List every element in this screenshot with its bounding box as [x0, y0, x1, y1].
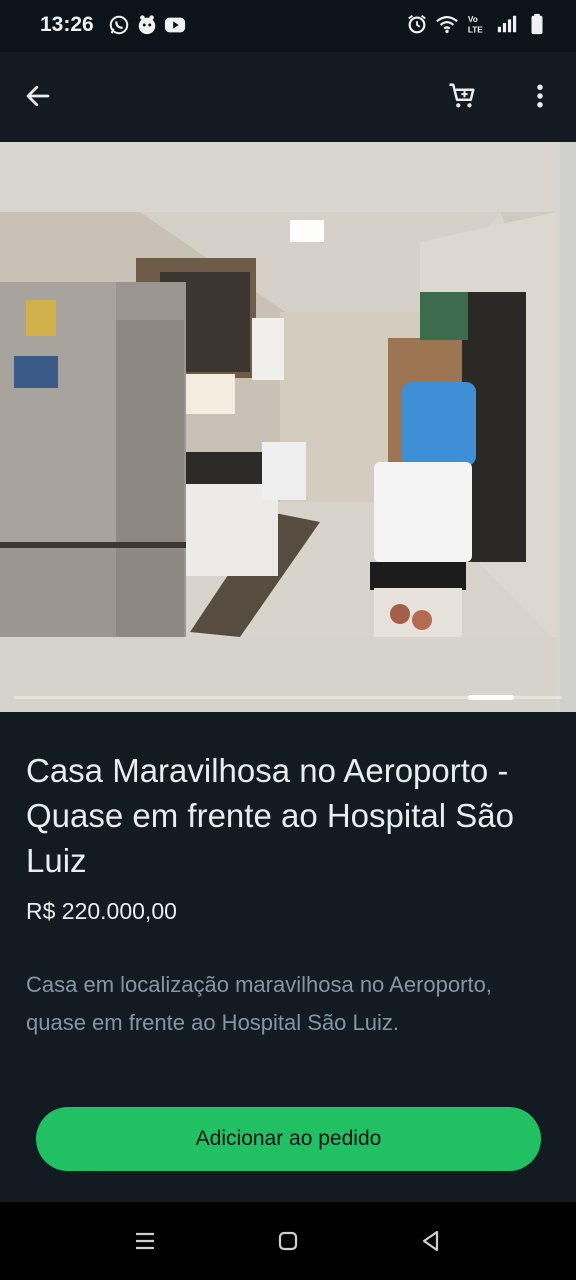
carousel-indicator-active — [468, 695, 514, 700]
product-description: Casa em localização maravilhosa no Aerop… — [26, 972, 492, 1035]
svg-text:LTE: LTE — [468, 25, 483, 34]
alarm-icon — [408, 14, 426, 34]
back-triangle-icon — [422, 1230, 439, 1252]
youtube-icon — [164, 17, 186, 33]
status-bar: 13:26 Vo LTE — [0, 0, 576, 52]
product-title: Casa Maravilhosa no Aeroporto - Quase em… — [26, 752, 514, 879]
cart-icon — [449, 83, 475, 108]
battery-icon — [531, 13, 543, 35]
volte-icon: Vo LTE — [468, 15, 483, 34]
app-notification-icon — [138, 15, 156, 35]
status-system-icons: Vo LTE — [406, 13, 548, 35]
recents-icon — [136, 1232, 154, 1250]
more-vertical-icon — [537, 84, 543, 108]
more-options-button[interactable] — [518, 74, 562, 118]
wifi-icon — [436, 16, 458, 33]
add-to-order-button[interactable]: Adicionar ao pedido — [36, 1107, 541, 1171]
whatsapp-icon — [109, 15, 129, 35]
product-price: R$ 220.000,00 — [26, 898, 177, 924]
back-button[interactable] — [16, 74, 60, 118]
cart-button[interactable] — [440, 74, 484, 118]
next-photo-peek[interactable] — [560, 142, 576, 712]
product-details: Casa Maravilhosa no Aeroporto - Quase em… — [0, 712, 576, 1202]
app-bar — [0, 52, 576, 142]
home-icon — [278, 1231, 298, 1251]
status-time: 13:26 — [40, 13, 94, 36]
status-app-icons — [108, 14, 186, 36]
nav-back-button[interactable] — [414, 1224, 448, 1258]
svg-text:Vo: Vo — [468, 15, 478, 24]
signal-icon — [497, 15, 517, 33]
system-nav-bar — [0, 1202, 576, 1280]
home-button[interactable] — [271, 1224, 305, 1258]
photo-carousel[interactable] — [0, 142, 576, 712]
kitchen-photo — [0, 142, 556, 712]
back-arrow-icon — [26, 85, 50, 107]
recents-button[interactable] — [128, 1224, 162, 1258]
